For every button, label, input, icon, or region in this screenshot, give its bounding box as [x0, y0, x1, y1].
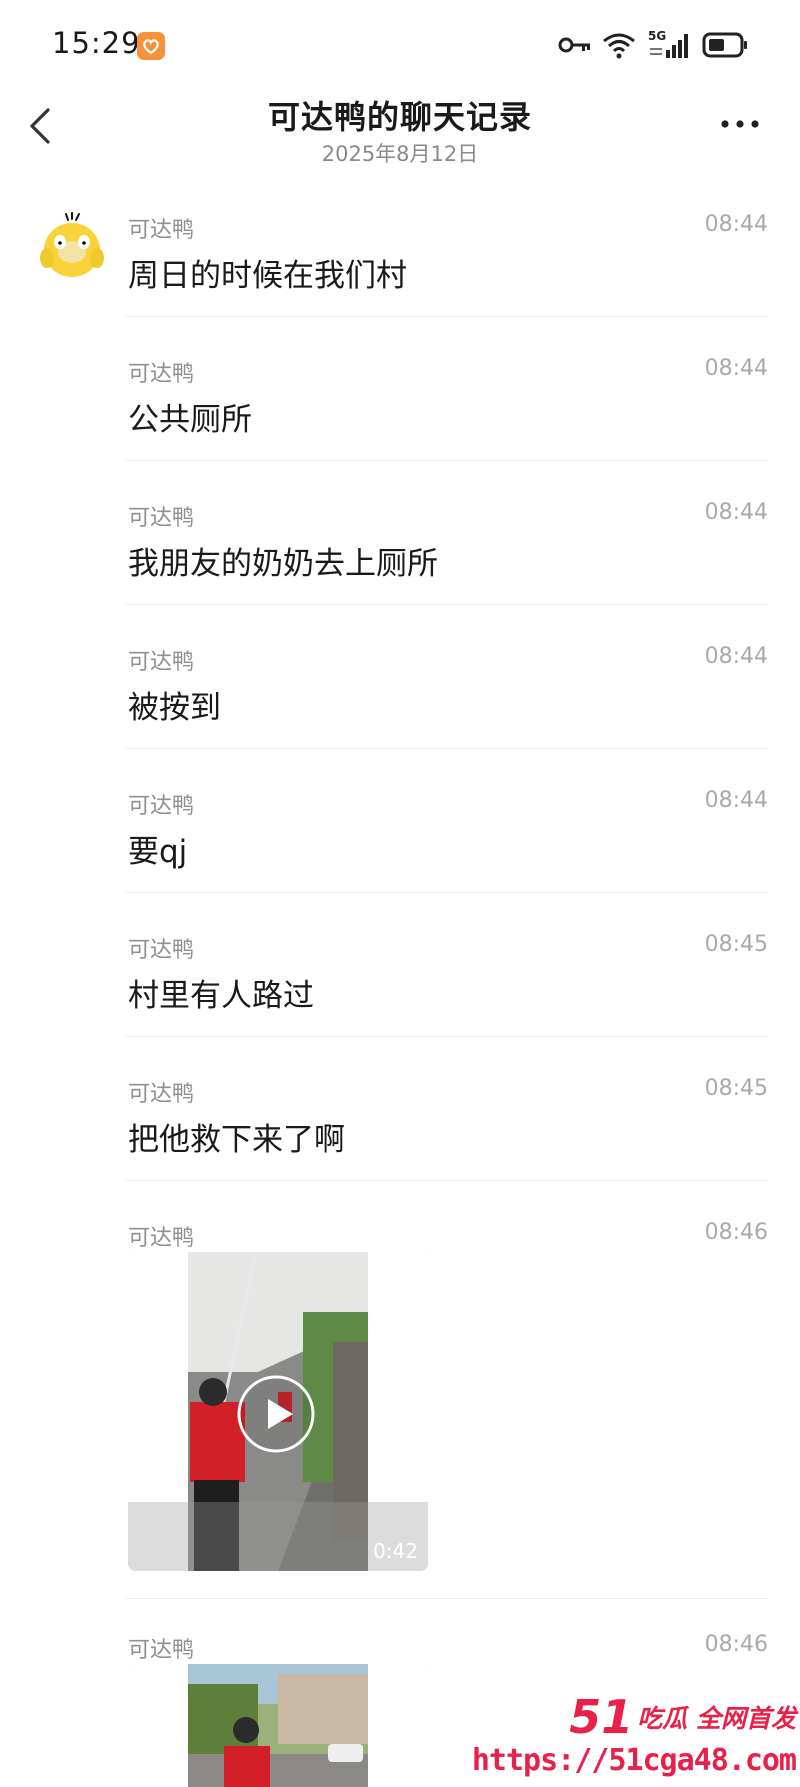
watermark: 51 吃瓜 全网首发 https://51cga48.com	[472, 1690, 797, 1787]
page-title: 可达鸭的聊天记录	[267, 98, 532, 136]
title-bar: 可达鸭的聊天记录 2025年8月12日	[0, 92, 800, 170]
message-text: 村里有人路过	[128, 978, 314, 1014]
watermark-brand: 51	[569, 1690, 634, 1744]
sender-name: 可达鸭	[128, 362, 195, 387]
battery-icon	[702, 32, 748, 58]
divider	[126, 1036, 769, 1037]
message-time: 08:46	[704, 1220, 768, 1245]
message-text: 公共厕所	[128, 402, 252, 438]
sender-name: 可达鸭	[128, 794, 195, 819]
heart-badge-icon	[137, 32, 165, 60]
status-icons: 5G	[558, 28, 748, 62]
sender-name: 可达鸭	[128, 1638, 195, 1663]
message-text: 我朋友的奶奶去上厕所	[128, 546, 438, 582]
message-time: 08:46	[704, 1632, 768, 1657]
key-icon	[558, 35, 592, 55]
message-time: 08:44	[704, 356, 768, 381]
watermark-brand-line: 51 吃瓜 全网首发	[569, 1690, 796, 1744]
sender-name: 可达鸭	[128, 218, 195, 243]
message-time: 08:45	[704, 1076, 768, 1101]
divider	[126, 604, 769, 605]
sender-name: 可达鸭	[128, 506, 195, 531]
divider	[126, 748, 769, 749]
message-text: 要qj	[128, 834, 188, 870]
more-dots-icon	[721, 120, 759, 128]
watermark-url: https://51cga48.com	[471, 1743, 797, 1778]
sender-name: 可达鸭	[128, 1226, 195, 1251]
video-duration: 0:42	[373, 1539, 418, 1563]
message-text: 被按到	[128, 690, 221, 726]
divider	[126, 1598, 769, 1599]
video-thumbnail[interactable]	[128, 1664, 428, 1787]
avatar[interactable]	[38, 212, 106, 280]
divider	[126, 1180, 769, 1181]
message-text: 把他救下来了啊	[128, 1122, 345, 1158]
watermark-tagline: 吃瓜 全网首发	[637, 1704, 796, 1733]
message-time: 08:44	[704, 644, 768, 669]
psyduck-avatar-icon	[40, 212, 104, 277]
sender-name: 可达鸭	[128, 650, 195, 675]
play-icon[interactable]	[236, 1374, 316, 1454]
signal-5g-icon: 5G	[646, 30, 692, 60]
message-time: 08:44	[704, 788, 768, 813]
divider	[126, 892, 769, 893]
message-time: 08:44	[704, 500, 768, 525]
message-time: 08:45	[704, 932, 768, 957]
status-bar: 15:29 5G	[0, 0, 800, 92]
more-button[interactable]	[716, 110, 764, 138]
divider	[126, 460, 769, 461]
status-time: 15:29	[52, 26, 141, 60]
wifi-icon	[602, 31, 636, 59]
video-thumbnail[interactable]: 0:42	[128, 1252, 428, 1571]
page-subtitle: 2025年8月12日	[321, 142, 479, 166]
message-time: 08:44	[704, 212, 768, 237]
video-preview-image	[128, 1664, 428, 1787]
sender-name: 可达鸭	[128, 938, 195, 963]
divider	[126, 316, 769, 317]
message-text: 周日的时候在我们村	[128, 258, 407, 294]
sender-name: 可达鸭	[128, 1082, 195, 1107]
